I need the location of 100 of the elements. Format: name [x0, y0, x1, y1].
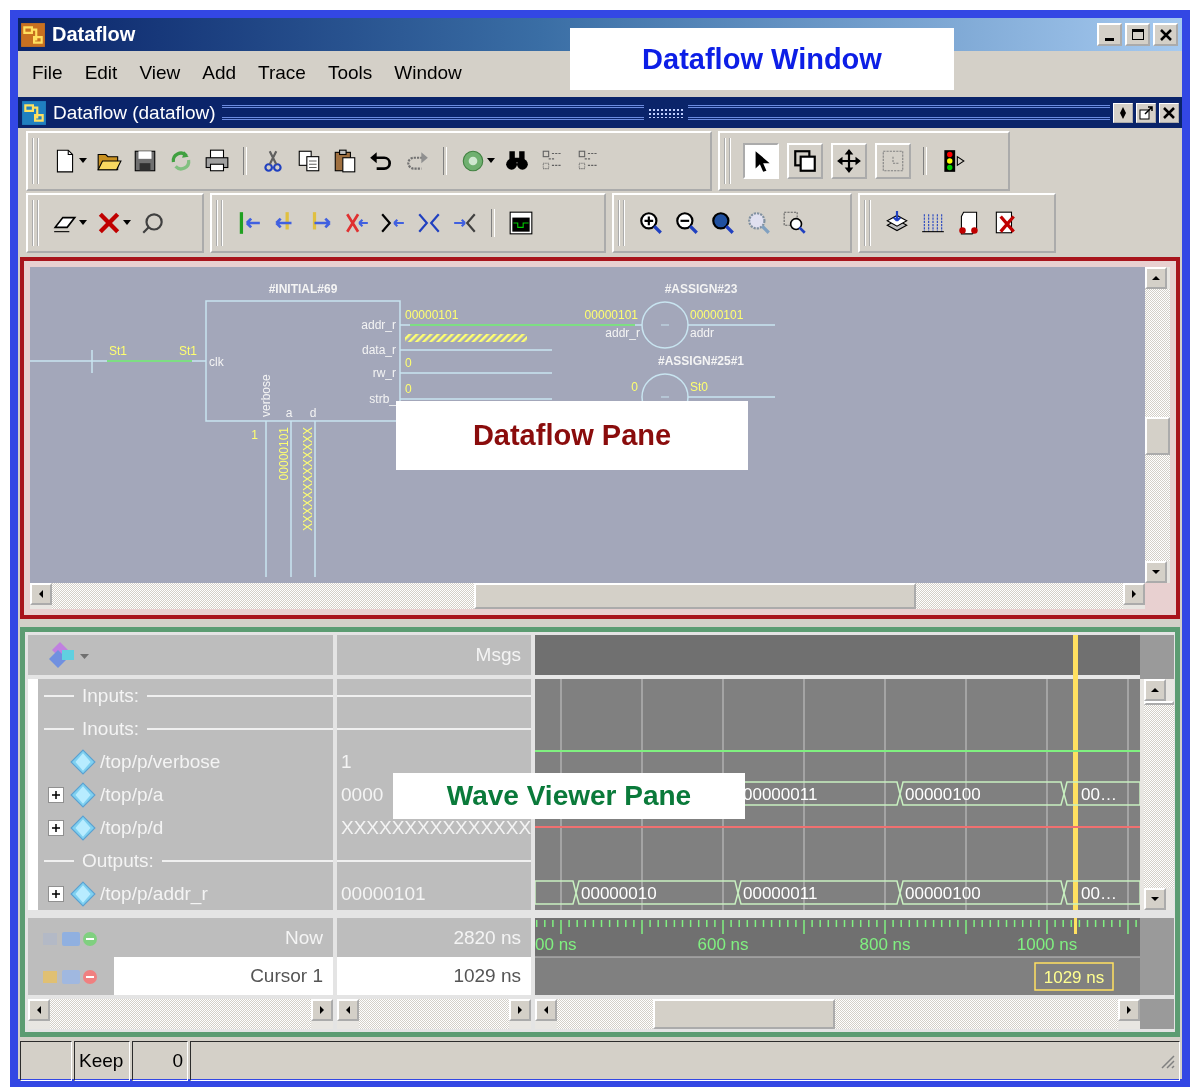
time-label: 600 ns [697, 935, 749, 954]
window-title: Dataflow [52, 23, 137, 46]
scroll-thumb[interactable] [1145, 417, 1170, 455]
menu-item[interactable]: Tools [316, 60, 384, 86]
app-icon [20, 21, 46, 48]
callout-label: Dataflow Window [570, 28, 954, 90]
bus-value: 00000100 [905, 785, 981, 804]
signal-value: 00000101 [690, 308, 744, 322]
scrollbar[interactable] [1145, 267, 1170, 583]
signal-value: 0 [631, 380, 638, 394]
port-label: addr_r [361, 318, 396, 332]
move-icon[interactable] [831, 143, 867, 179]
callout-label: Wave Viewer Pane [393, 773, 745, 819]
close-icon [1158, 27, 1173, 42]
status-text: Keep [74, 1041, 130, 1081]
signal-value: St0 [690, 380, 708, 394]
maximize-icon [1130, 27, 1145, 42]
toolbar-grip[interactable] [864, 200, 871, 246]
scrollbar[interactable] [535, 999, 1140, 1029]
zoom-box-icon[interactable] [787, 143, 823, 179]
toolbar-grip[interactable] [618, 200, 625, 246]
bus-value: 00… [1081, 785, 1117, 804]
scrollbar[interactable] [30, 583, 1145, 609]
scroll-thumb[interactable] [653, 999, 835, 1029]
signal-value: 0 [405, 382, 412, 396]
port-label: a [285, 406, 293, 420]
port-label: clk [209, 355, 224, 369]
signal-value: 00000101 [584, 308, 638, 322]
port-label: addr_r [605, 326, 640, 340]
minimize-button[interactable] [1097, 23, 1122, 46]
bus-value: 00000011 [743, 785, 818, 804]
menu-item[interactable]: Edit [73, 60, 129, 86]
caret-icon[interactable] [487, 158, 495, 164]
port-label: d [309, 406, 317, 420]
scrollbar[interactable] [1140, 679, 1174, 910]
expand-button[interactable] [48, 786, 64, 803]
expand-button[interactable] [48, 885, 64, 902]
signal-value: 00000101 [277, 427, 291, 481]
menu-item[interactable]: Add [191, 60, 248, 86]
time-label: 800 ns [859, 935, 911, 954]
port-label: addr [690, 326, 715, 340]
caret-icon[interactable] [79, 158, 87, 164]
caret-icon[interactable] [123, 220, 131, 226]
resize-grip-icon[interactable] [1159, 1053, 1175, 1069]
close-button[interactable] [1153, 23, 1178, 46]
undock-button[interactable] [1136, 102, 1156, 123]
close-button[interactable] [1159, 102, 1179, 123]
scrollbar[interactable] [28, 999, 333, 1029]
cursor-time-tag: 1029 ns [1034, 962, 1114, 991]
diamond-icon [70, 814, 96, 841]
status-text: 0 [132, 1041, 188, 1081]
plus-icon [51, 822, 61, 833]
maximize-button[interactable] [1125, 23, 1150, 46]
menu-item[interactable]: Window [383, 60, 473, 86]
plus-icon [51, 789, 61, 800]
bus-value: 00000011 [743, 884, 818, 903]
diamond-icon [70, 880, 96, 907]
scrollbar[interactable] [337, 999, 531, 1029]
toolbar-grip[interactable] [216, 200, 223, 246]
plus-icon [51, 888, 61, 899]
menu-item[interactable]: File [21, 60, 74, 86]
time-label: 1000 ns [1016, 935, 1078, 954]
port-label: data_r [361, 343, 396, 357]
menu-item[interactable]: Trace [247, 60, 317, 86]
status-panel [20, 1041, 72, 1081]
scroll-thumb[interactable] [1144, 701, 1174, 705]
signal-value: St1 [179, 344, 197, 358]
pointer-icon[interactable] [743, 143, 779, 179]
node-title: #ASSIGN#25#1 [657, 354, 745, 368]
signal-value: St1 [109, 344, 127, 358]
signal-value: XXXXXXXXXXXXX [301, 427, 315, 532]
scrollbar-corner [1140, 999, 1174, 1029]
toolbar-grip[interactable] [724, 138, 731, 184]
port-label: rw_r [372, 366, 396, 380]
cursor-name-field[interactable]: Cursor 1 [114, 957, 333, 995]
dock-button[interactable] [1113, 102, 1133, 123]
toolbar-grip[interactable] [32, 138, 39, 184]
block-title: #INITIAL#69 [268, 282, 338, 296]
signal-value: 00000101 [405, 308, 459, 322]
callout-label: Dataflow Pane [396, 401, 748, 470]
port-label: strb_ [369, 392, 396, 406]
bus-value: 00000010 [581, 884, 657, 903]
diamond-icon [70, 748, 96, 775]
bus-value: 00000100 [905, 884, 981, 903]
toolbar-grip[interactable] [32, 200, 39, 246]
close-icon [1162, 105, 1176, 120]
port-label: verbose [259, 374, 273, 417]
time-label: 00 ns [535, 935, 577, 954]
caret-icon[interactable] [79, 220, 87, 226]
box-icon[interactable] [875, 143, 911, 179]
scrollbar-corner [1140, 635, 1174, 679]
signal-value: 0 [405, 356, 412, 370]
undock-icon [1139, 105, 1153, 120]
menu-item[interactable]: View [128, 60, 192, 86]
expand-button[interactable] [48, 819, 64, 836]
node-title: #ASSIGN#23 [664, 282, 738, 296]
signal-value: 1 [251, 428, 258, 442]
pane-title: Dataflow (dataflow) [53, 101, 216, 124]
cursor-time: 1029 ns [337, 957, 531, 995]
scroll-thumb[interactable] [474, 583, 916, 609]
